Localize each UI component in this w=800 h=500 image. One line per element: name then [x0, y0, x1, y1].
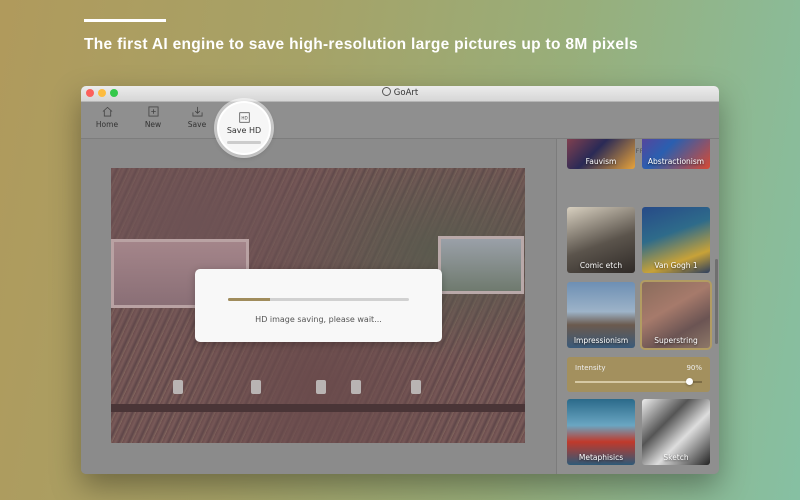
saving-dialog: HD image saving, please wait... [195, 269, 442, 342]
effect-label: Fauvism [585, 157, 617, 166]
effect-label: Metaphisics [578, 453, 624, 462]
vase-shape [316, 380, 326, 394]
effect-comic-etch[interactable]: Comic etch [567, 207, 635, 273]
progress-bar [228, 298, 409, 301]
vase-shape [173, 380, 183, 394]
hd-icon-text: HD [241, 115, 247, 120]
effect-fauvism[interactable]: Fauvism [567, 139, 635, 169]
effect-impressionism[interactable]: Impressionism [567, 282, 635, 348]
effect-van-gogh-1[interactable]: Van Gogh 1 [642, 207, 710, 273]
effect-label: Sketch [663, 453, 689, 462]
save-button[interactable]: Save [177, 106, 217, 129]
table-edge [111, 404, 525, 412]
effect-metaphisics[interactable]: Metaphisics [567, 399, 635, 465]
hd-icon: HD [238, 112, 250, 123]
vase-shape [351, 380, 361, 394]
title-bar: GoArt [81, 86, 719, 102]
progress-bar-fill [228, 298, 270, 301]
toolbar: Home New Save [81, 102, 719, 139]
intensity-slider[interactable] [575, 378, 702, 385]
home-icon [102, 106, 112, 117]
window-title-text: GoArt [393, 88, 419, 98]
vase-shape [251, 380, 261, 394]
save-hd-underline [227, 141, 261, 144]
save-hd-button[interactable]: HD Save HD [217, 101, 271, 155]
intensity-panel: Intensity 90% [567, 357, 710, 392]
home-label: Home [95, 120, 119, 129]
effect-label: Abstractionism [647, 157, 705, 166]
intensity-value: 90% [686, 364, 702, 372]
sidebar-scrollbar[interactable] [715, 259, 718, 344]
effect-label: Comic etch [579, 261, 623, 270]
save-icon [192, 106, 202, 117]
vase-shape [411, 380, 421, 394]
effect-label: Superstring [654, 336, 698, 345]
hero-divider-rule [84, 19, 166, 22]
window-title: GoArt [81, 87, 719, 98]
home-button[interactable]: Home [87, 106, 127, 129]
app-logo-icon [381, 87, 391, 96]
save-hd-label: Save HD [226, 126, 262, 135]
headline: The first AI engine to save high-resolut… [84, 36, 638, 53]
effect-label: Impressionism [573, 336, 629, 345]
new-icon [148, 106, 158, 117]
painting-frame-right [438, 236, 524, 294]
new-button[interactable]: New [133, 106, 173, 129]
effect-label: Van Gogh 1 [654, 261, 698, 270]
saving-message: HD image saving, please wait... [255, 315, 382, 324]
effect-abstractionism[interactable]: Abstractionism [642, 139, 710, 169]
effect-sketch[interactable]: Sketch [642, 399, 710, 465]
intensity-label: Intensity [575, 364, 606, 372]
app-window: GoArt Home New Save HD Save HD HD image … [81, 86, 719, 474]
effect-superstring[interactable]: Superstring [642, 282, 710, 348]
intensity-slider-fill [575, 381, 690, 383]
save-label: Save [187, 120, 207, 129]
new-label: New [144, 120, 162, 129]
canvas-area: HD image saving, please wait... [81, 139, 556, 474]
art-effects-sidebar: ART EFFECTS Fauvism Abstractionism Comic… [556, 139, 719, 474]
intensity-slider-handle[interactable] [686, 378, 694, 385]
